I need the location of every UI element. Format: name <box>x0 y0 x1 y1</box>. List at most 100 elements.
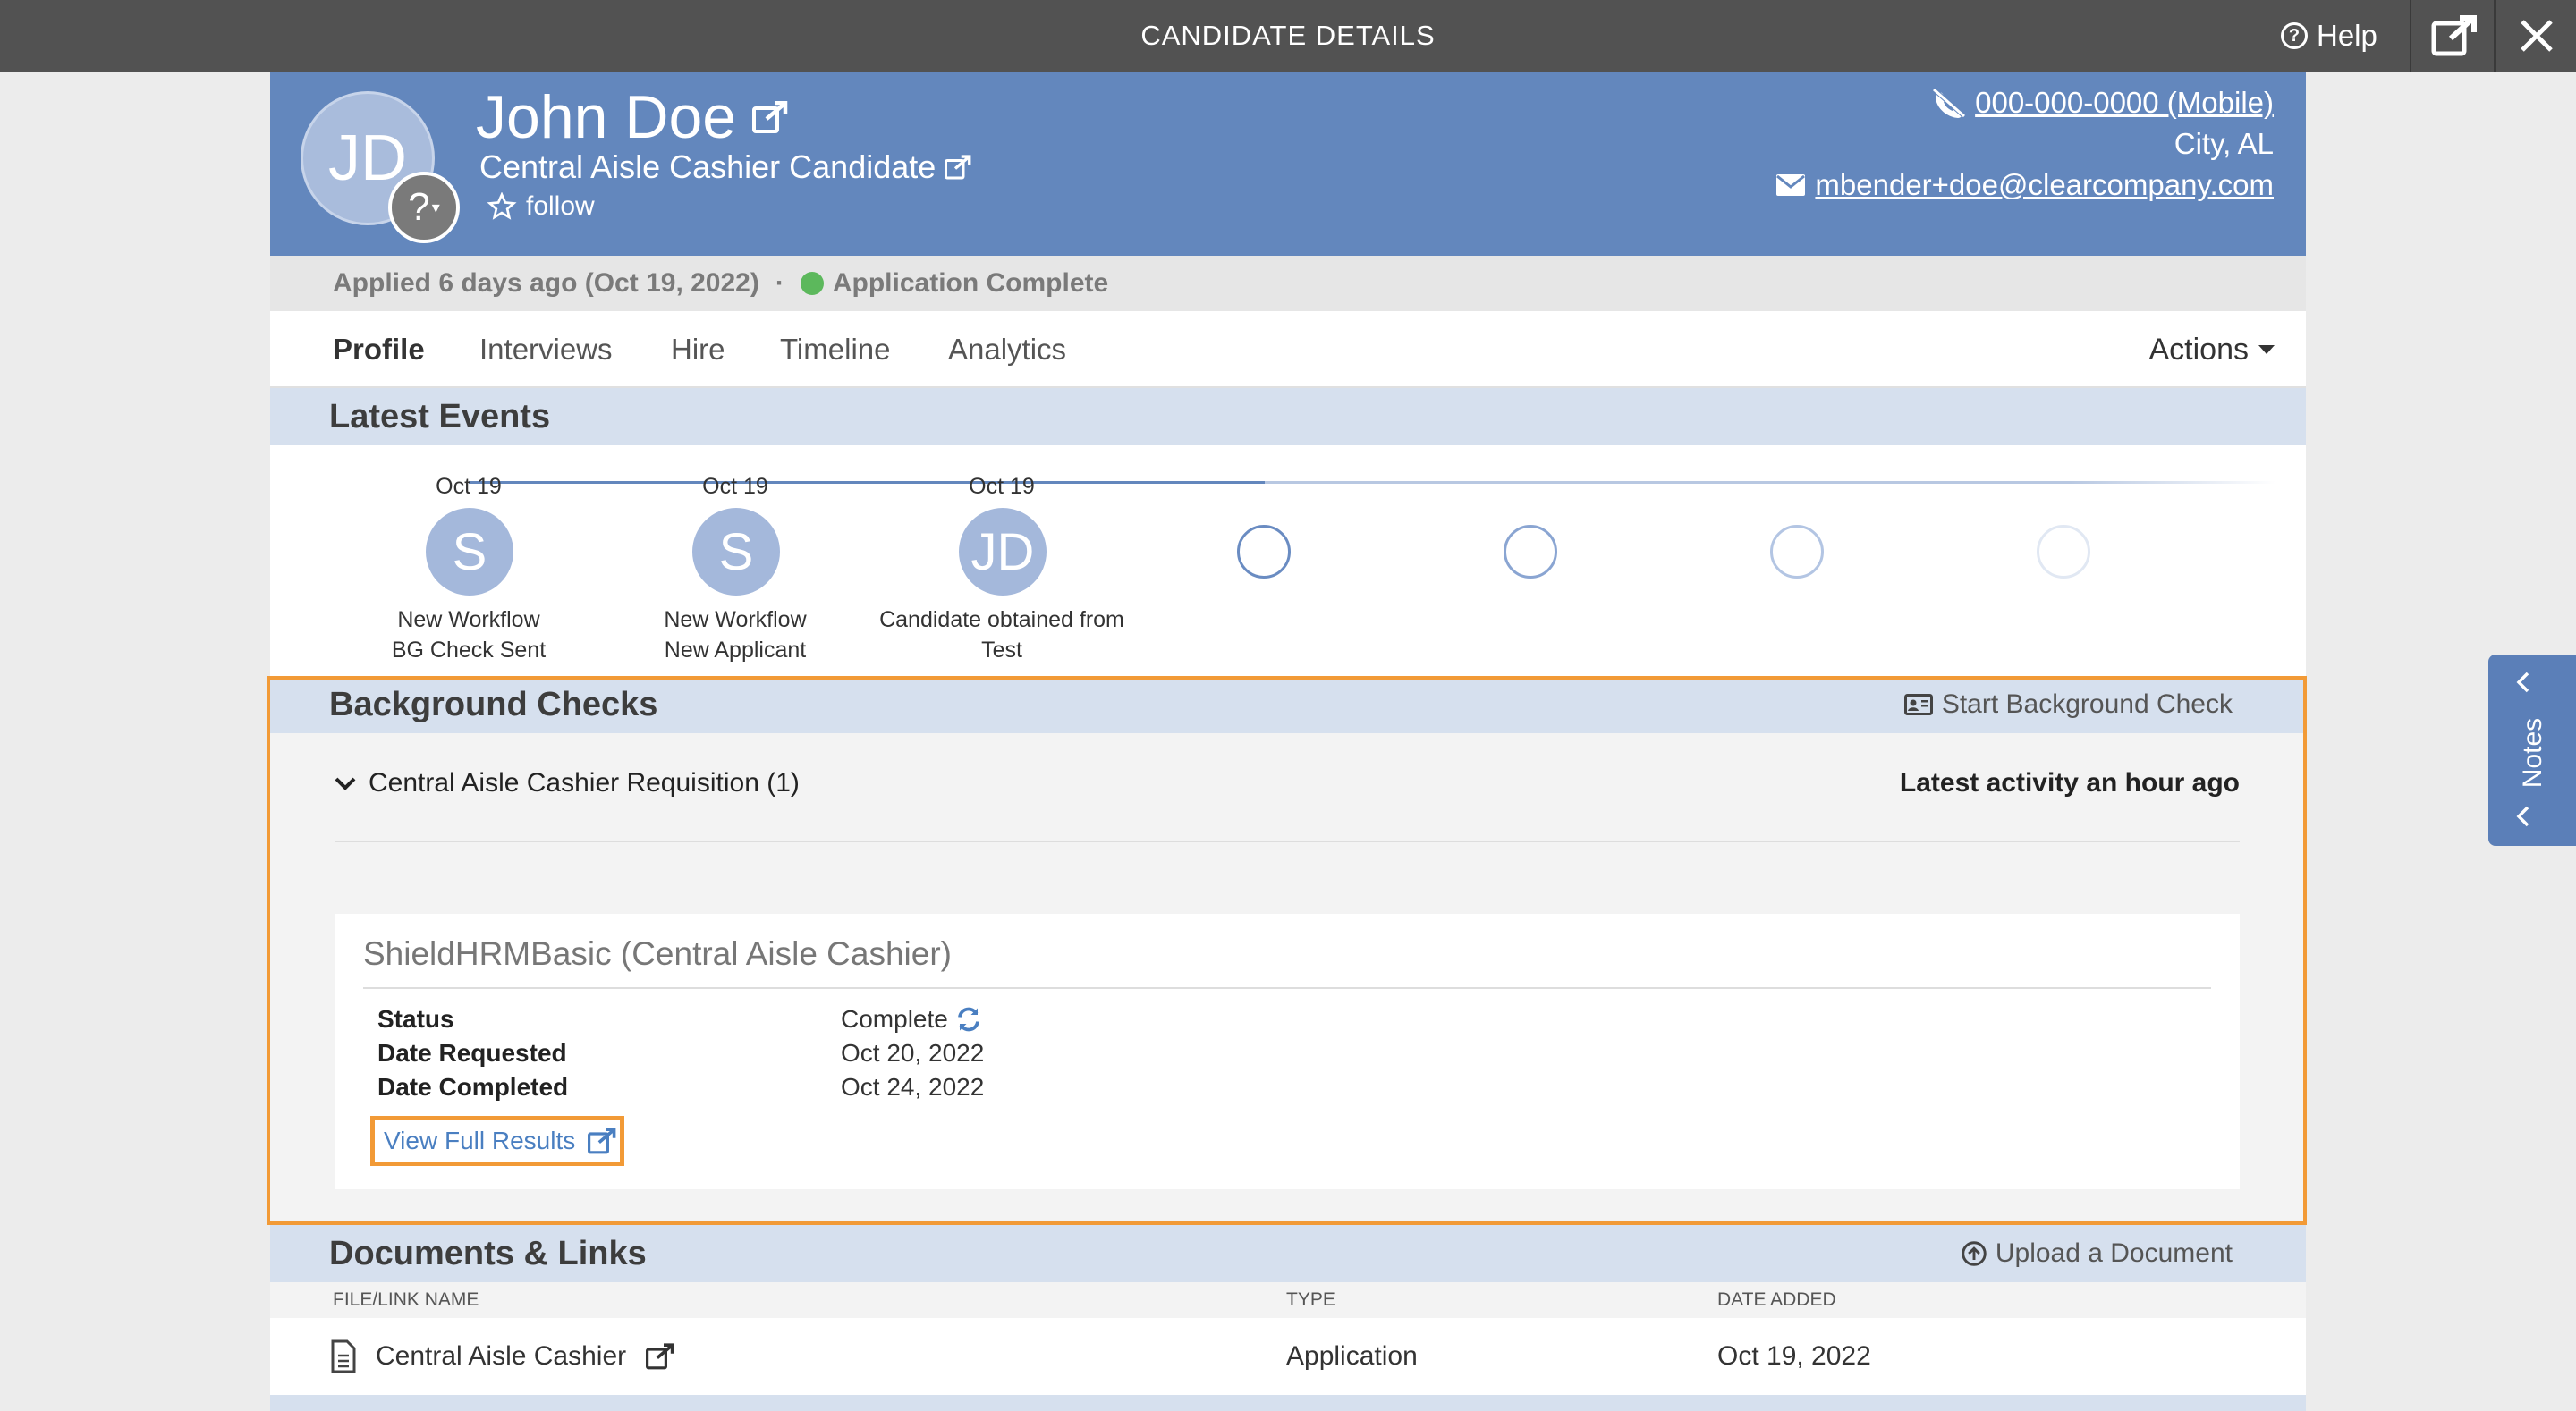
start-background-check-button[interactable]: Start Background Check <box>1903 676 2233 733</box>
follow-label: follow <box>526 191 595 221</box>
upload-document-button[interactable]: Upload a Document <box>1962 1225 2233 1282</box>
event-node[interactable]: JD <box>959 508 1046 596</box>
date-requested-key: Date Requested <box>377 1039 567 1067</box>
window-title: CANDIDATE DETAILS <box>1140 20 1436 51</box>
check-title: ShieldHRMBasic (Central Aisle Cashier) <box>363 935 952 972</box>
refresh-icon[interactable] <box>955 1006 982 1033</box>
status-badge: Application Complete <box>800 268 1109 299</box>
chevron-left-icon <box>2516 672 2529 693</box>
column-header-type: TYPE <box>1286 1289 1335 1310</box>
phone-slash-icon <box>1932 88 1966 118</box>
timeline-line <box>2070 481 2275 484</box>
phone-link[interactable]: 000-000-0000 (Mobile) <box>1975 82 2274 123</box>
requisition-name: Central Aisle Cashier Requisition (1) <box>369 768 800 798</box>
notes-label: Notes <box>2518 717 2547 789</box>
requisition-divider <box>335 841 2240 842</box>
candidate-name-text: John Doe <box>476 83 737 151</box>
candidate-job-title[interactable]: Central Aisle Cashier Candidate <box>479 148 971 186</box>
tab-interviews[interactable]: Interviews <box>479 311 613 388</box>
document-name-cell[interactable]: Central Aisle Cashier <box>331 1318 674 1395</box>
status-dot-icon <box>800 272 824 295</box>
latest-events-title: Latest Events <box>329 398 551 435</box>
event-date: Oct 19 <box>436 474 502 499</box>
applied-text: Applied 6 days ago (Oct 19, 2022) <box>333 268 759 298</box>
event-label-line2: New Applicant <box>664 638 807 663</box>
help-button[interactable]: ? Help <box>2281 0 2406 72</box>
status-text: Application Complete <box>832 268 1109 298</box>
table-row: Central Aisle Cashier Application Oct 19… <box>270 1318 2306 1395</box>
actions-label: Actions <box>2148 332 2250 367</box>
background-checks-title: Background Checks <box>329 686 658 723</box>
upload-icon <box>1962 1241 1987 1266</box>
file-icon <box>331 1339 356 1373</box>
external-link-icon <box>752 101 788 133</box>
date-requested-value: Oct 20, 2022 <box>841 1039 985 1067</box>
documents-table-header: FILE/LINK NAME TYPE DATE ADDED <box>270 1282 2306 1318</box>
documents-section: Documents & Links Upload a Document FILE… <box>270 1225 2306 1411</box>
popout-button[interactable] <box>2413 0 2496 72</box>
event-label: New Workflow New Applicant <box>592 604 878 665</box>
document-type: Application <box>1286 1341 1418 1371</box>
follow-button[interactable]: follow <box>487 191 595 222</box>
view-full-results-label: View Full Results <box>384 1127 576 1154</box>
column-header-name: FILE/LINK NAME <box>333 1289 479 1310</box>
event-label-line1: Candidate obtained from <box>879 607 1124 632</box>
event-label: Candidate obtained from Test <box>859 604 1145 665</box>
event-label-line2: BG Check Sent <box>391 638 547 663</box>
background-checks-heading: Background Checks Start Background Check <box>270 676 2306 733</box>
caret-down-icon <box>2258 345 2275 354</box>
top-bar: CANDIDATE DETAILS ? Help <box>0 0 2576 72</box>
documents-heading: Documents & Links Upload a Document <box>270 1225 2306 1282</box>
upload-document-label: Upload a Document <box>1995 1238 2233 1268</box>
help-icon: ? <box>2281 22 2308 49</box>
star-icon <box>487 192 517 220</box>
start-background-check-label: Start Background Check <box>1941 689 2233 719</box>
timeline-line <box>1265 481 2070 484</box>
view-full-results-link[interactable]: View Full Results <box>370 1116 624 1166</box>
empty-event-node <box>1237 525 1291 579</box>
candidate-job-title-text: Central Aisle Cashier Candidate <box>479 148 936 185</box>
empty-event-node <box>1770 525 1824 579</box>
empty-event-node <box>1504 525 1557 579</box>
tab-bar: Profile Interviews Hire Timeline Analyti… <box>270 311 2306 388</box>
event-node[interactable]: S <box>426 508 513 596</box>
empty-event-node <box>2037 525 2090 579</box>
tab-timeline[interactable]: Timeline <box>780 311 890 388</box>
external-link-icon <box>945 155 971 180</box>
tab-profile[interactable]: Profile <box>333 311 425 388</box>
separator: · <box>775 268 784 298</box>
candidate-name[interactable]: John Doe <box>476 82 788 152</box>
chevron-left-icon <box>2516 806 2529 827</box>
event-label-line1: New Workflow <box>664 607 807 632</box>
event-node[interactable]: S <box>692 508 780 596</box>
external-link-icon <box>646 1343 674 1370</box>
tab-analytics[interactable]: Analytics <box>948 311 1066 388</box>
background-check-card: ShieldHRMBasic (Central Aisle Cashier) S… <box>335 914 2240 1189</box>
event-date: Oct 19 <box>969 474 1035 499</box>
chevron-down-icon <box>335 777 356 790</box>
caret-down-icon: ▾ <box>431 198 440 216</box>
requisition-row: Central Aisle Cashier Requisition (1) La… <box>335 758 2240 808</box>
column-header-date: DATE ADDED <box>1717 1289 1836 1310</box>
document-name: Central Aisle Cashier <box>376 1341 627 1371</box>
application-status-bar: Applied 6 days ago (Oct 19, 2022) · Appl… <box>270 256 2306 311</box>
envelope-icon <box>1776 174 1806 196</box>
id-card-icon <box>1903 694 1933 715</box>
actions-dropdown[interactable]: Actions <box>2149 311 2276 388</box>
status-value-text: Complete <box>841 1005 948 1033</box>
tab-hire[interactable]: Hire <box>671 311 725 388</box>
event-label-line1: New Workflow <box>397 607 540 632</box>
email-link[interactable]: mbender+doe@clearcompany.com <box>1815 165 2274 206</box>
close-icon <box>2521 20 2553 52</box>
candidate-header: JD ? ▾ John Doe Central Aisle Cashier Can… <box>270 72 2306 256</box>
help-label: Help <box>2317 19 2377 52</box>
location-text: City, AL <box>2174 127 2274 160</box>
external-link-icon <box>588 1128 616 1154</box>
status-value: Complete <box>841 1005 982 1034</box>
contact-info: 000-000-0000 (Mobile) City, AL mbender+d… <box>1775 82 2274 206</box>
close-button[interactable] <box>2496 0 2576 72</box>
requisition-toggle[interactable]: Central Aisle Cashier Requisition (1) <box>335 768 800 798</box>
date-completed-value: Oct 24, 2022 <box>841 1073 985 1101</box>
rating-dropdown[interactable]: ? ▾ <box>388 172 460 243</box>
notes-side-tab[interactable]: Notes <box>2488 655 2576 846</box>
